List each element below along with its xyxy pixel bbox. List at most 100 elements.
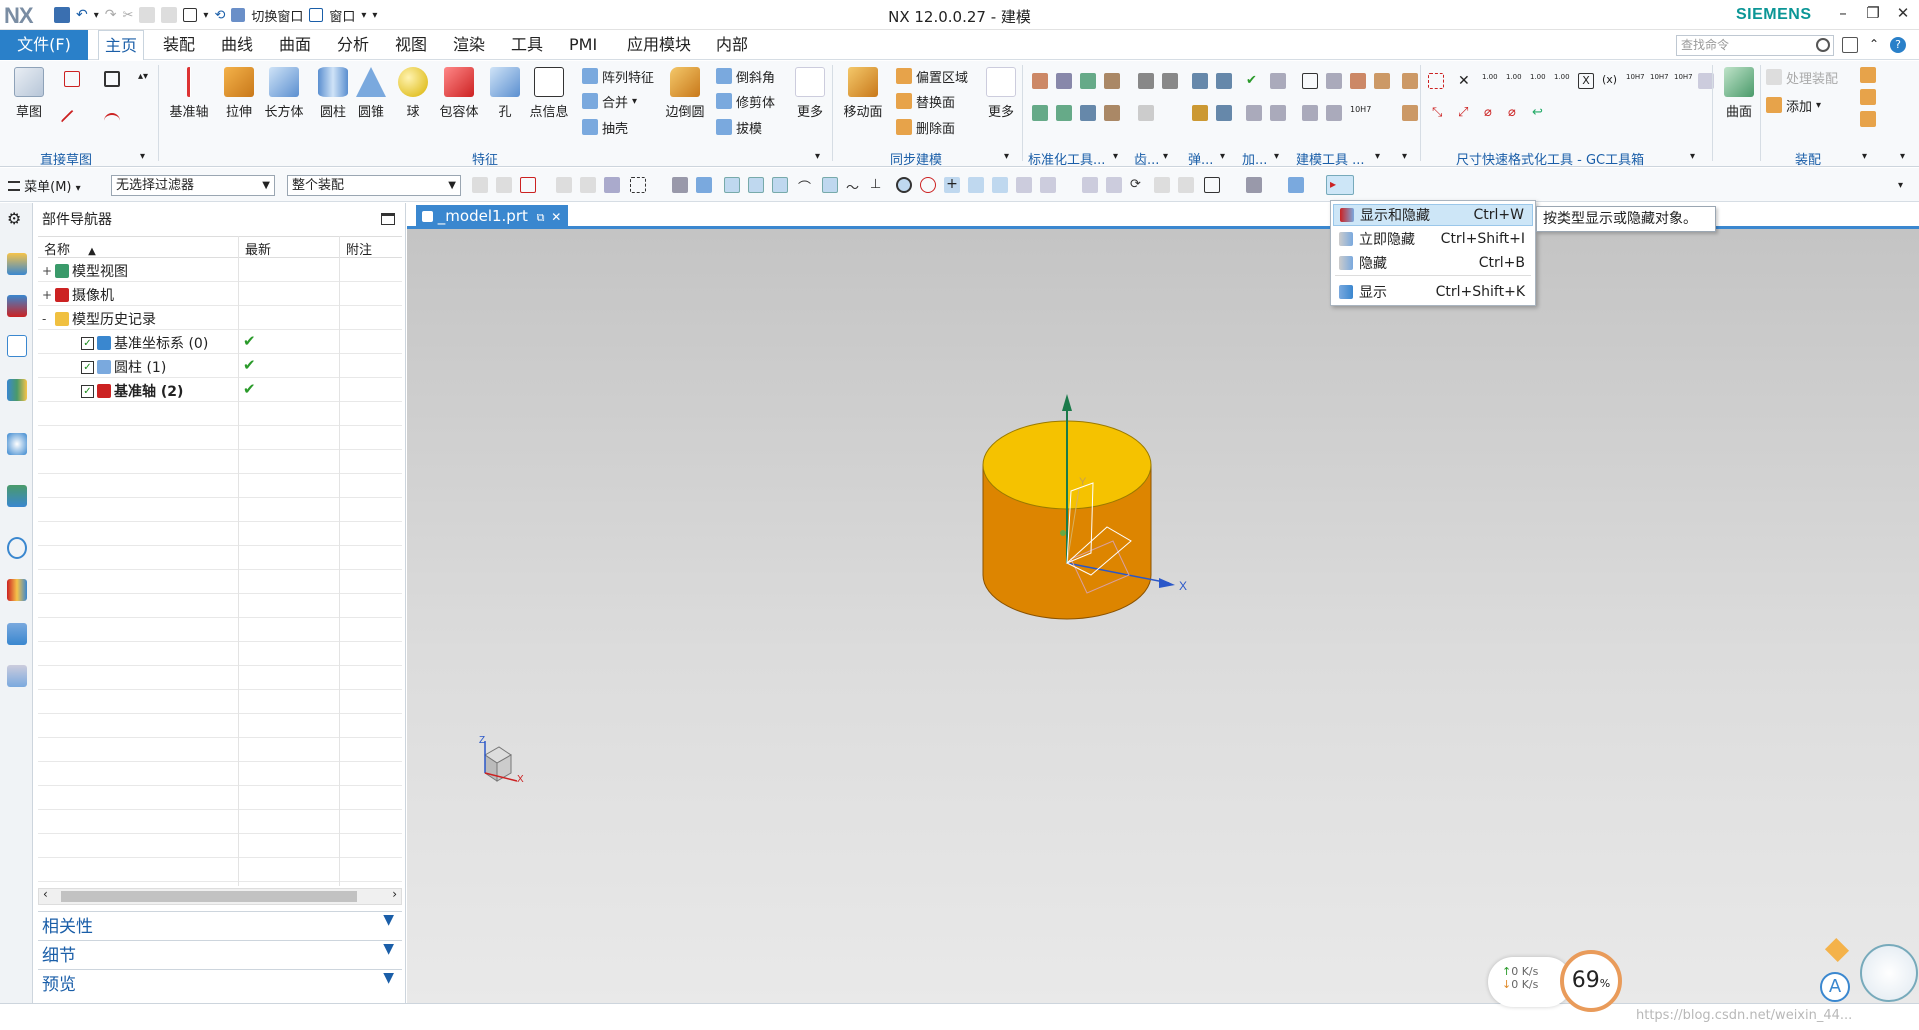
selection-tool-icon[interactable] [604,177,620,193]
assembly-tool-icon[interactable] [1860,67,1876,83]
add-tool-icon[interactable] [1270,73,1286,89]
scroll-right-icon[interactable]: › [392,887,397,901]
block-button[interactable]: 长方体 [263,65,305,120]
snap-center-icon[interactable] [896,177,912,193]
spring-dropdown-icon[interactable]: ▾ [1220,151,1236,167]
restore-button[interactable]: ❐ [1860,4,1886,26]
tab-pmi[interactable]: PMI [563,30,603,60]
snap-tool-icon[interactable] [748,177,764,193]
part-navigator-icon[interactable] [7,335,27,357]
view-tool-icon[interactable] [1288,177,1304,193]
unite-button[interactable]: 合并 ▾ [582,91,637,111]
gc-tool-icon[interactable] [1080,73,1096,89]
assembly-dropdown-icon[interactable]: ▾ [1862,151,1878,167]
tab-home[interactable]: 主页 [98,30,145,60]
gc-tool-icon[interactable] [1080,105,1096,121]
tab-application[interactable]: 应用模块 [621,30,697,60]
menu-item-show[interactable]: 显示 Ctrl+Shift+K [1333,281,1533,303]
spring-tool-icon[interactable] [1216,73,1232,89]
modeling-tools-group-label[interactable]: 建模工具 ... [1296,149,1365,168]
dim-format-icon[interactable]: 10H7 [1650,73,1669,89]
close-button[interactable]: ✕ [1890,4,1916,26]
dim-format-icon[interactable]: 1.00 [1506,73,1522,89]
history-icon[interactable] [7,537,27,559]
sync-modeling-dropdown-icon[interactable]: ▾ [1004,151,1020,167]
expand-icon[interactable]: + [42,264,52,278]
modeling-tool-icon[interactable] [1350,73,1366,89]
gear-icon[interactable]: ⚙ [7,209,27,231]
scroll-left-icon[interactable]: ‹ [43,887,48,901]
tab-analysis[interactable]: 分析 [331,30,375,60]
assembly-tool-icon[interactable] [1860,89,1876,105]
modeling-tools-dropdown-icon[interactable]: ▾ [1375,151,1391,167]
dim-format-icon[interactable]: ⌀ [1508,105,1524,121]
column-notes[interactable]: 附注 [340,239,402,258]
sync-more-button[interactable]: 更多 [980,65,1022,120]
view-tool-icon[interactable] [1246,177,1262,193]
menu-item-hide[interactable]: 隐藏 Ctrl+B [1333,252,1533,274]
gear-tool-icon[interactable] [1138,73,1154,89]
tab-assembly[interactable]: 装配 [157,30,201,60]
spring-tool-icon[interactable] [1192,73,1208,89]
add-tool-icon[interactable] [1246,105,1262,121]
process-assembly-button[interactable]: 处理装配 [1766,67,1838,87]
tab-view[interactable]: 视图 [389,30,433,60]
point-info-button[interactable]: 点信息 [528,65,570,120]
cone-button[interactable]: 圆锥 [350,65,392,120]
cylinder-button[interactable]: 圆柱 [312,65,354,120]
dim-format-icon[interactable]: 1.00 [1554,73,1570,89]
snap-tool-icon[interactable]: ⊥ [870,177,886,193]
bounding-body-button[interactable]: 包容体 [438,65,480,120]
view-tool-icon[interactable] [1082,177,1098,193]
add-dropdown-icon[interactable]: ▾ [1274,151,1290,167]
dim-format-icon[interactable]: 10H7 [1626,73,1645,89]
assembly-tool-icon[interactable] [1860,111,1876,127]
tree-row[interactable]: ✓ 基准坐标系 (0) ✔ [38,330,402,354]
constraint-navigator-icon[interactable] [7,295,27,317]
sketch-button[interactable]: 草图 [8,65,50,120]
type-filter-select[interactable]: 无选择过滤器 ▼ [111,175,275,196]
snap-tool-icon[interactable] [1040,177,1056,193]
menu-button[interactable]: 菜单(M) ▾ [8,176,81,195]
profile-icon[interactable] [64,71,80,87]
view-tool-icon[interactable] [1106,177,1122,193]
tree-node[interactable]: - 模型历史记录 [42,309,156,329]
ribbon-options-dropdown-icon[interactable]: ▾ [1900,151,1916,167]
expand-icon[interactable]: + [42,288,52,302]
add-component-dropdown-icon[interactable]: ▾ [1816,100,1821,111]
pattern-feature-button[interactable]: 阵列特征 [582,66,654,86]
system-scene-icon[interactable] [7,665,27,687]
menu-item-show-and-hide[interactable]: 显示和隐藏 Ctrl+W [1333,204,1533,226]
snap-tool-icon[interactable] [696,177,712,193]
minimize-button[interactable]: – [1830,4,1856,26]
role-icon[interactable] [7,623,27,645]
tree-row[interactable]: - 模型历史记录 [38,306,402,330]
view-tool-icon[interactable] [1154,177,1170,193]
dim-format-icon[interactable]: ↩ [1532,105,1548,121]
gc-tool-icon[interactable] [1104,105,1120,121]
tree-row[interactable]: + 模型视图 [38,258,402,282]
gc-tool-icon[interactable] [1056,73,1072,89]
tree-node[interactable]: ✓ 基准轴 (2) [68,381,183,401]
spring-tool-icon[interactable] [1192,105,1208,121]
tree-row[interactable]: ✓ 基准轴 (2) ✔ [38,378,402,402]
unite-dropdown-icon[interactable]: ▾ [632,96,637,107]
visibility-checkbox[interactable]: ✓ [81,384,94,398]
selection-tool-icon[interactable] [520,177,536,193]
gc-tool-icon[interactable] [1104,73,1120,89]
add-tool-icon[interactable] [1270,105,1286,121]
close-icon[interactable]: ✕ [551,210,561,224]
gear-tool-icon[interactable] [1138,105,1154,121]
tree-node[interactable]: ✓ 圆柱 (1) [68,357,166,377]
command-search-input[interactable]: 查找命令 [1676,35,1834,56]
selection-tool-icon[interactable] [630,177,646,193]
modeling-tool-icon[interactable] [1374,73,1390,89]
add-component-button[interactable]: 添加 ▾ [1766,95,1821,115]
hole-button[interactable]: 孔 [484,65,526,120]
section-dependencies[interactable]: 相关性 ▼ [38,911,402,937]
modeling-tool-icon[interactable] [1326,105,1342,121]
snap-tool-icon[interactable] [724,177,740,193]
dim-format-icon[interactable]: ⤡ [1432,105,1448,121]
standard-tools-group-label[interactable]: 标准化工具... [1028,149,1105,168]
snap-tool-icon[interactable]: 〜 [846,177,862,196]
